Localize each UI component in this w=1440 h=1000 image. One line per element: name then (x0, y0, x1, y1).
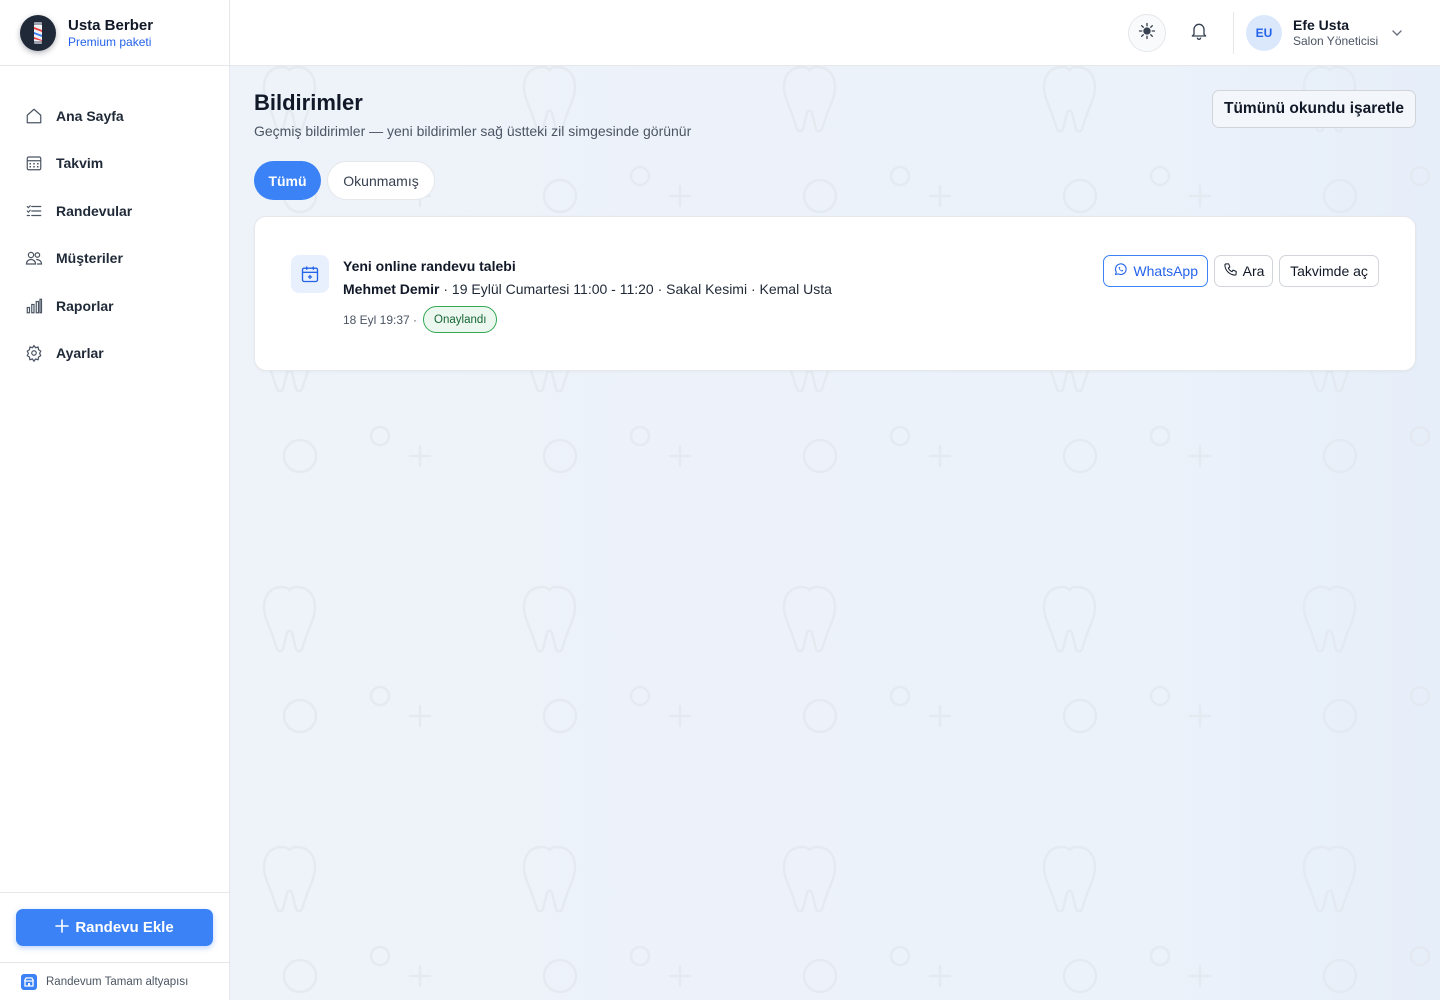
user-menu[interactable]: EU Efe Usta Salon Yöneticisi (1246, 15, 1404, 51)
whatsapp-button[interactable]: WhatsApp (1103, 255, 1208, 287)
sun-icon (1138, 22, 1156, 45)
sidebar-nav: Ana Sayfa Takvim Randevular Müşteriler R… (0, 66, 229, 377)
call-button[interactable]: Ara (1214, 255, 1273, 287)
sidebar-item-settings[interactable]: Ayarlar (0, 330, 229, 378)
page-title: Bildirimler (254, 90, 363, 115)
brand-name: Usta Berber (68, 16, 154, 34)
barber-pole-logo-icon (20, 14, 56, 51)
sidebar-item-label: Ayarlar (56, 345, 104, 362)
notification-detail: Mehmet Demir · 19 Eylül Cumartesi 11:00 … (343, 281, 832, 297)
sidebar-item-label: Raporlar (56, 297, 114, 314)
open-in-calendar-button[interactable]: Takvimde aç (1279, 255, 1379, 287)
top-header: EU Efe Usta Salon Yöneticisi (230, 0, 1440, 66)
powered-by-text: Randevum Tamam altyapısı (46, 975, 189, 988)
add-appointment-label: Randevu Ekle (75, 919, 174, 936)
sidebar-item-home[interactable]: Ana Sayfa (0, 92, 229, 140)
notification-item[interactable]: Yeni online randevu talebi Mehmet Demir … (254, 216, 1416, 371)
sidebar-footer: Randevu Ekle Randevum Tamam altyapısı (0, 892, 229, 1000)
whatsapp-label: WhatsApp (1133, 263, 1198, 279)
phone-icon (1223, 262, 1238, 280)
page-subtitle: Geçmiş bildirimler — yeni bildirimler sa… (254, 123, 692, 139)
tab-all[interactable]: Tümü (254, 161, 321, 200)
notification-time: 18 Eyl 19:37 · (343, 312, 418, 327)
bar-chart-icon (24, 296, 44, 316)
bell-icon (1189, 21, 1209, 46)
call-label: Ara (1242, 263, 1265, 279)
powered-by[interactable]: Randevum Tamam altyapısı (0, 962, 229, 1000)
brand[interactable]: Usta Berber Premium paketi (0, 0, 229, 66)
customer-name: Mehmet Demir (343, 281, 440, 297)
chevron-down-icon (1390, 26, 1404, 40)
calendar-icon (24, 153, 44, 173)
filter-tabs: Tümü Okunmamış (254, 161, 435, 200)
sidebar-item-appointments[interactable]: Randevular (0, 187, 229, 235)
list-icon (24, 201, 44, 221)
appointment-details: · 19 Eylül Cumartesi 11:00 - 11:20 · Sak… (439, 281, 832, 297)
users-icon (24, 248, 44, 268)
gear-icon (24, 343, 44, 363)
user-role: Salon Yöneticisi (1293, 34, 1379, 48)
user-name: Efe Usta (1293, 17, 1350, 33)
add-appointment-button[interactable]: Randevu Ekle (16, 909, 213, 946)
plus-icon (55, 918, 70, 937)
mark-all-read-button[interactable]: Tümünü okundu işaretle (1212, 90, 1416, 128)
avatar: EU (1246, 15, 1282, 51)
sidebar-item-label: Randevular (56, 202, 133, 219)
sidebar-item-label: Takvim (56, 155, 104, 172)
sidebar-item-label: Müşteriler (56, 250, 123, 267)
status-badge: Onaylandı (423, 306, 498, 333)
notification-actions: WhatsApp Ara Takvimde aç (1103, 255, 1379, 287)
sidebar-item-reports[interactable]: Raporlar (0, 282, 229, 330)
sidebar: Usta Berber Premium paketi Ana Sayfa Tak… (0, 0, 230, 1000)
notifications-button[interactable] (1180, 14, 1218, 52)
notification-title: Yeni online randevu talebi (343, 258, 516, 274)
home-icon (24, 106, 44, 126)
theme-toggle-button[interactable] (1128, 14, 1166, 52)
brand-plan: Premium paketi (68, 34, 152, 49)
notification-meta: 18 Eyl 19:37 · Onaylandı (343, 306, 498, 333)
whatsapp-icon (1113, 262, 1128, 280)
store-icon (20, 973, 38, 991)
notifications-page: Bildirimler Geçmiş bildirimler — yeni bi… (254, 66, 1416, 1000)
header-divider (1233, 12, 1234, 54)
main-content: Bildirimler Geçmiş bildirimler — yeni bi… (230, 66, 1440, 1000)
sidebar-item-label: Ana Sayfa (56, 107, 124, 124)
sidebar-item-calendar[interactable]: Takvim (0, 140, 229, 188)
tab-unread[interactable]: Okunmamış (327, 161, 435, 200)
sidebar-item-customers[interactable]: Müşteriler (0, 235, 229, 283)
calendar-plus-icon (291, 255, 329, 293)
